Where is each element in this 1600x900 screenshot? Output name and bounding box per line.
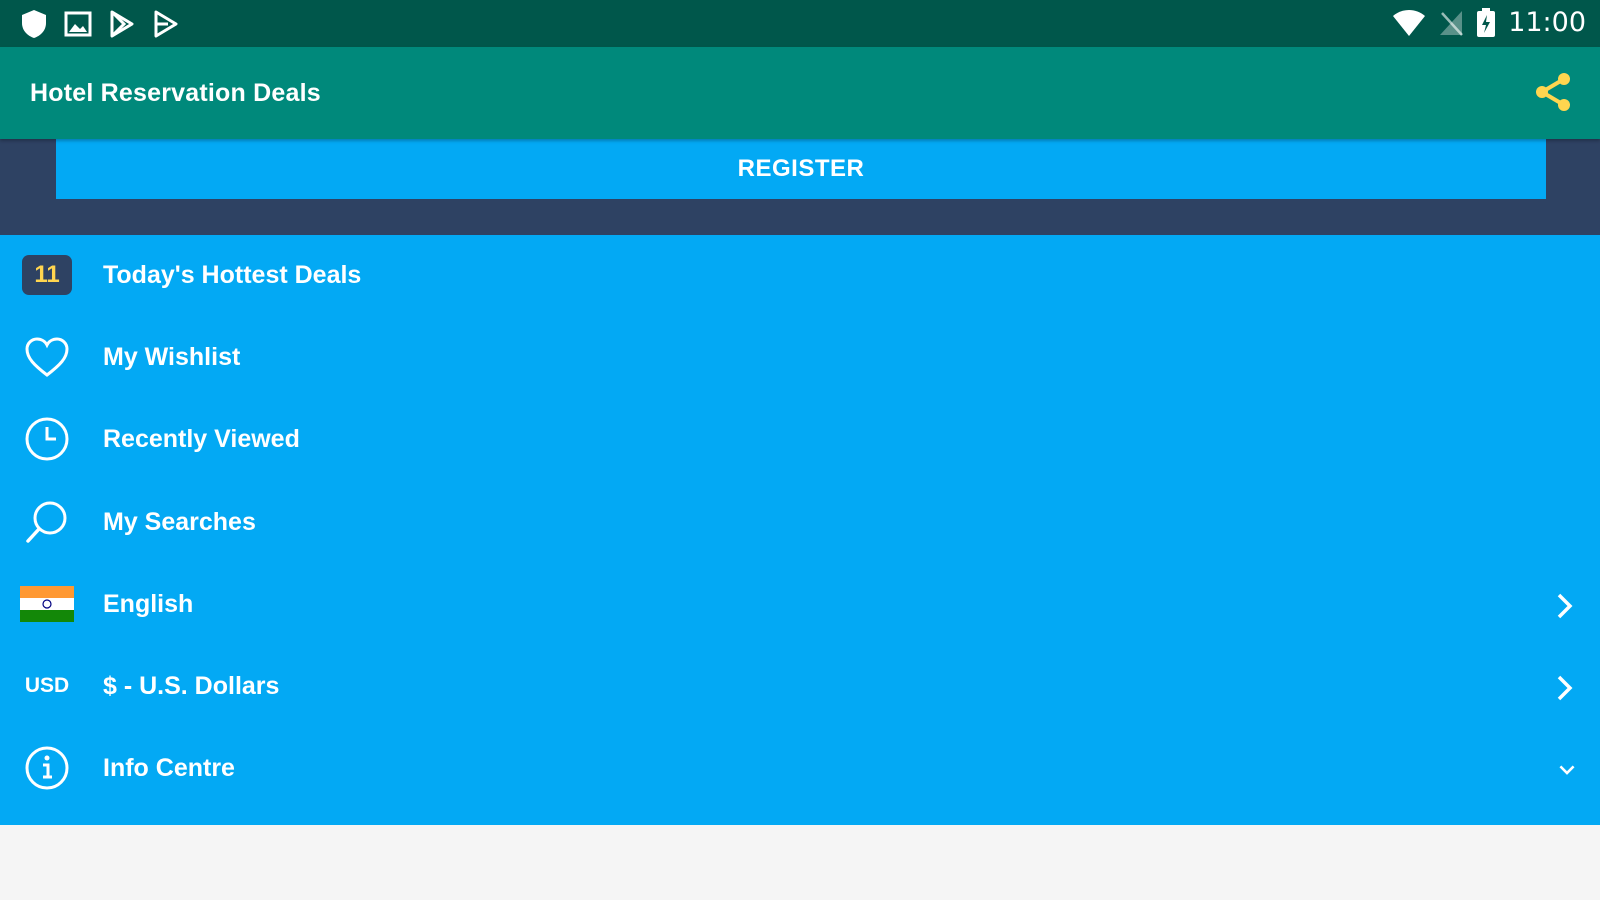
no-sim-icon (1440, 10, 1464, 36)
register-button[interactable]: REGISTER (56, 139, 1546, 199)
menu-item-currency[interactable]: USD $ - U.S. Dollars (0, 646, 1600, 728)
menu-item-my-searches[interactable]: My Searches (0, 482, 1600, 564)
heart-icon (20, 335, 74, 379)
menu-item-recently-viewed[interactable]: Recently Viewed (0, 399, 1600, 481)
status-time: 11:00 (1508, 7, 1586, 38)
share-icon (1536, 73, 1570, 111)
menu-item-label: Today's Hottest Deals (103, 261, 362, 289)
menu-item-wishlist[interactable]: My Wishlist (0, 317, 1600, 399)
calendar-badge-icon: 11 (20, 253, 74, 297)
app-title: Hotel Reservation Deals (30, 79, 321, 107)
image-icon (64, 11, 92, 37)
menu-item-language[interactable]: English (0, 564, 1600, 646)
status-bar: 11:00 (0, 0, 1600, 47)
drawer-menu: 11 Today's Hottest Deals My Wishlist Rec… (0, 235, 1600, 825)
chevron-down-icon (1559, 765, 1575, 775)
currency-code-icon: USD (20, 664, 74, 708)
menu-item-label: English (103, 590, 194, 618)
menu-item-label: Recently Viewed (103, 425, 300, 453)
play-store-icon (154, 10, 178, 38)
deals-count-badge: 11 (22, 255, 72, 295)
wifi-icon (1393, 9, 1426, 36)
menu-item-hottest-deals[interactable]: 11 Today's Hottest Deals (0, 235, 1600, 317)
play-store-icon (110, 10, 134, 38)
india-flag-icon (20, 582, 74, 626)
menu-item-label: $ - U.S. Dollars (103, 672, 280, 700)
search-icon (20, 500, 74, 544)
menu-item-label: Info Centre (103, 754, 235, 782)
menu-item-label: My Searches (103, 508, 256, 536)
drawer-header: REGISTER (0, 139, 1600, 235)
shield-icon (22, 10, 46, 38)
chevron-right-icon (1557, 593, 1573, 619)
app-bar: Hotel Reservation Deals (0, 47, 1600, 139)
share-button[interactable] (1532, 71, 1574, 113)
status-system-icons: 11:00 (1392, 7, 1586, 38)
chevron-right-icon (1557, 675, 1573, 701)
menu-item-info-centre[interactable]: Info Centre (0, 728, 1600, 810)
menu-item-label: My Wishlist (103, 343, 241, 371)
status-notification-icons (20, 9, 180, 39)
currency-code: USD (24, 674, 70, 697)
info-icon (20, 746, 74, 790)
clock-icon (20, 417, 74, 461)
battery-charging-icon (1477, 7, 1496, 37)
